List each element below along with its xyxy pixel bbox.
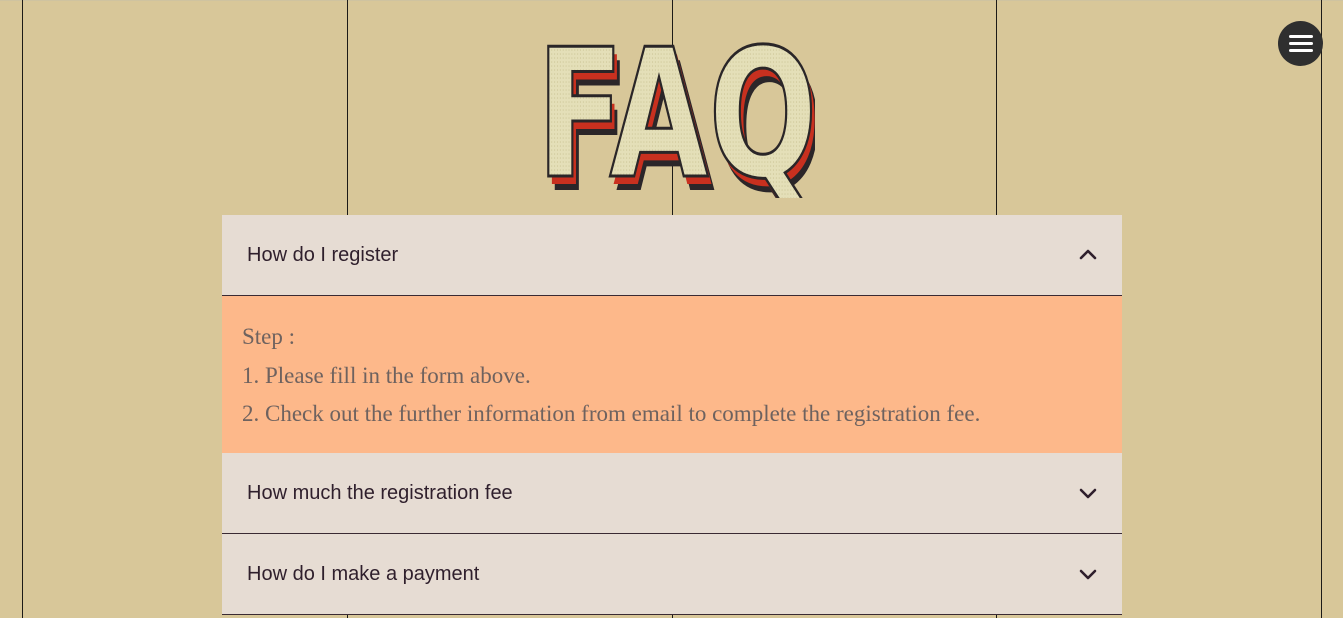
- faq-answer-register: Step : 1. Please fill in the form above.…: [222, 296, 1122, 453]
- faq-list: How do I register Step : 1. Please fill …: [222, 215, 1122, 615]
- logo-face: FAQ: [540, 11, 815, 198]
- faq-question-label: How much the registration fee: [247, 481, 513, 504]
- column-divider: [1321, 0, 1322, 618]
- faq-logo: FAQ FAQ FAQ: [540, 9, 815, 198]
- column-divider: [22, 0, 23, 618]
- faq-question-register[interactable]: How do I register: [222, 215, 1122, 296]
- menu-button[interactable]: [1278, 21, 1323, 66]
- answer-line: 2. Check out the further information fro…: [242, 401, 981, 426]
- chevron-up-icon: [1079, 249, 1097, 260]
- answer-line: Step :: [242, 324, 296, 349]
- faq-question-payment[interactable]: How do I make a payment: [222, 533, 1122, 615]
- answer-line: 1. Please fill in the form above.: [242, 362, 531, 388]
- faq-question-label: How do I register: [247, 244, 399, 266]
- faq-question-label: How do I make a payment: [247, 562, 480, 585]
- chevron-down-icon: [1079, 488, 1097, 498]
- faq-question-registration-fee[interactable]: How much the registration fee: [222, 452, 1122, 534]
- chevron-down-icon: [1079, 569, 1097, 579]
